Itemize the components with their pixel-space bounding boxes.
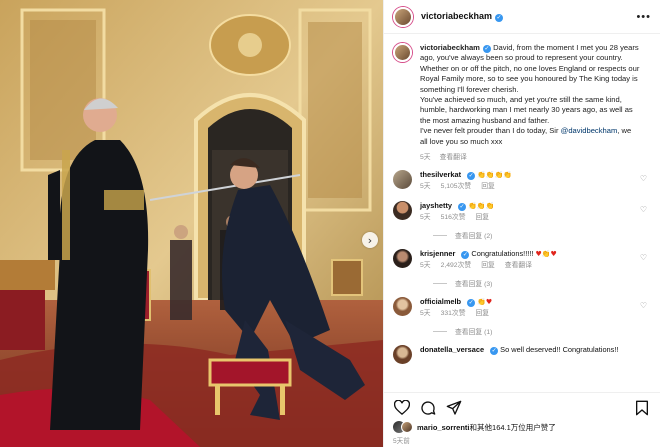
commenter-avatar[interactable] [393,201,412,221]
comment-item: krisjenner ✓ Congratulations!!!!! ♥👏♥ 5天 2… [393,249,651,271]
verified-icon: ✓ [458,203,467,212]
reply-button[interactable]: 回复 [476,214,490,221]
post-date: 5天前 [393,438,410,445]
investiture-photo [0,0,383,447]
caption-text: victoriabeckham ✓ David, from the moment … [420,43,640,147]
caption-username[interactable]: victoriabeckham [420,43,480,52]
view-replies-button[interactable]: 查看回复 (1) [433,326,651,336]
comment-emoji: ♥👏♥ [535,250,557,259]
commenter-avatar[interactable] [393,345,412,365]
reply-button[interactable]: 回复 [476,310,490,317]
post-side-panel: victoriabeckham ✓ ••• victoriabeckham ✓ Da… [383,0,660,447]
view-replies-button[interactable]: 查看回复 (3) [433,278,651,288]
mention-link[interactable]: @davidbeckham [561,126,618,135]
comment-meta: 5天 331次赞 回复 [420,309,635,319]
comment-text: Congratulations!!!!! [471,249,536,259]
comment-text: So well deserved!! Congratulations!! [500,345,619,355]
reply-button[interactable]: 回复 [481,183,495,190]
comments-list[interactable]: victoriabeckham ✓ David, from the moment … [384,35,660,390]
like-comment-heart-icon[interactable]: ♡ [640,253,647,262]
see-translation-link[interactable]: 查看翻译 [440,154,467,161]
author-avatar[interactable] [393,6,413,27]
reply-button[interactable]: 回复 [481,262,495,269]
more-options-icon[interactable]: ••• [636,11,651,23]
comment-emoji: 👏👏👏 [468,202,495,211]
comment-likes[interactable]: 2,492次赞 [441,262,472,269]
caption-body: David, from the moment I met you 28 year… [420,43,640,136]
commenter-username[interactable]: jayshetty [420,201,452,210]
like-comment-heart-icon[interactable]: ♡ [640,205,647,214]
comment-emoji: 👏♥ [477,298,493,307]
verified-icon: ✓ [467,172,476,181]
post-photo: › [0,0,383,447]
comment-item: donatella_versace ✓ So well deserved!! Co… [393,345,651,365]
liker-avatar [401,421,413,433]
comment-time: 5天 [420,310,431,318]
verified-icon: ✓ [482,45,491,53]
post-actions [384,392,660,422]
caption-time: 5天 [420,154,431,162]
bookmark-icon[interactable] [633,399,651,417]
commenter-username[interactable]: thesilverkat [420,170,461,179]
likes-summary[interactable]: mario_sorrenti 和其他164.1万位用户赞了 [393,421,651,433]
commenter-username[interactable]: officialmelb [420,297,461,306]
view-replies-button[interactable]: 查看回复 (2) [433,230,651,240]
heart-icon[interactable] [393,399,411,417]
carousel-next-button[interactable]: › [362,232,378,248]
post-header: victoriabeckham ✓ ••• [384,0,660,34]
comment-emoji: 👏👏👏👏 [477,171,513,180]
comment-item: officialmelb ✓ 👏♥ 5天 331次赞 回复 ♡ [393,297,651,319]
commenter-username[interactable]: donatella_versace [420,345,484,354]
comment-likes[interactable]: 331次赞 [441,310,466,317]
comment-icon[interactable] [419,399,437,417]
verified-icon: ✓ [490,347,499,356]
comment-time: 5天 [420,183,431,191]
like-comment-heart-icon[interactable]: ♡ [640,174,647,183]
author-username[interactable]: victoriabeckham ✓ [421,11,504,22]
comment-item: thesilverkat ✓ 👏👏👏👏 5天 5,105次赞 回复 ♡ [393,170,651,192]
caption-meta: 5天 查看翻译 [420,151,640,161]
liker-username[interactable]: mario_sorrenti [417,423,470,432]
like-comment-heart-icon[interactable]: ♡ [640,301,647,310]
see-translation-link[interactable]: 查看翻译 [505,262,532,269]
likes-count-text: 和其他164.1万位用户赞了 [469,422,556,432]
comment-meta: 5天 5,105次赞 回复 [420,182,635,192]
comment-time: 5天 [420,214,431,222]
comment-time: 5天 [420,262,431,270]
comment-meta: 5天 516次赞 回复 [420,213,635,223]
verified-icon: ✓ [461,251,470,260]
commenter-avatar[interactable] [393,249,412,269]
commenter-username[interactable]: krisjenner [420,249,455,258]
verified-icon: ✓ [467,299,476,308]
post-caption: victoriabeckham ✓ David, from the moment … [393,43,651,161]
commenter-avatar[interactable] [393,297,412,317]
caption-avatar[interactable] [393,43,412,62]
comment-item: jayshetty ✓ 👏👏👏 5天 516次赞 回复 ♡ [393,201,651,223]
comment-likes[interactable]: 516次赞 [441,214,466,221]
share-icon[interactable] [445,399,463,417]
commenter-avatar[interactable] [393,170,412,190]
verified-icon: ✓ [495,14,504,22]
comment-meta: 5天 2,492次赞 回复 查看翻译 [420,261,635,271]
comment-likes[interactable]: 5,105次赞 [441,183,472,190]
